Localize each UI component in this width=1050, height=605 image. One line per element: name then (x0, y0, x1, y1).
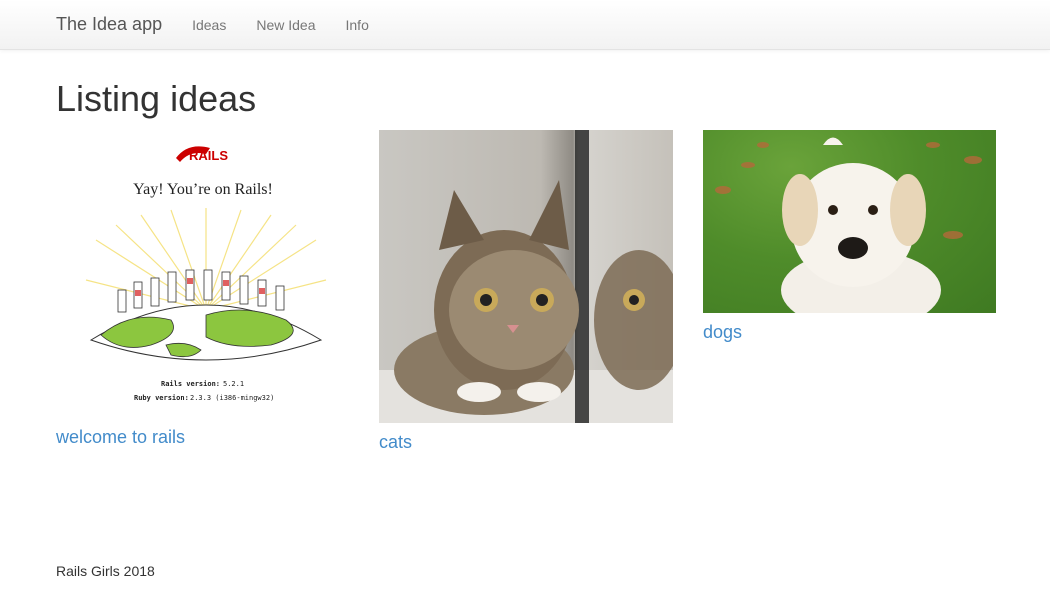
idea-card: RAILS Yay! You’re on Rails! Rails versio… (56, 130, 350, 448)
nav-link-new-idea[interactable]: New Idea (256, 17, 315, 33)
idea-card: dogs (703, 130, 996, 343)
nav-link-ideas[interactable]: Ideas (192, 17, 226, 33)
idea-image-cats[interactable] (379, 130, 673, 423)
footer-text: Rails Girls 2018 (56, 563, 155, 579)
nav-link-info[interactable]: Info (346, 17, 369, 33)
dog-photo (715, 137, 982, 313)
rails-version-label: Rails version: (161, 380, 220, 388)
idea-link-welcome[interactable]: welcome to rails (56, 427, 350, 448)
rails-heading: Yay! You’re on Rails! (133, 181, 273, 198)
ruby-version-label: Ruby version: (134, 394, 189, 402)
cat-photo (379, 130, 673, 423)
page-title: Listing ideas (56, 78, 257, 119)
rails-logo-text: RAILS (189, 148, 228, 163)
rails-welcome-illustration: RAILS Yay! You’re on Rails! Rails versio… (85, 146, 327, 402)
globe-continent (205, 309, 294, 347)
idea-image-rails[interactable]: RAILS Yay! You’re on Rails! Rails versio… (56, 130, 350, 420)
idea-link-dogs[interactable]: dogs (703, 322, 996, 343)
rails-version-value: 5.2.1 (223, 380, 244, 388)
idea-card: cats (379, 130, 673, 453)
navbar-brand[interactable]: The Idea app (56, 14, 162, 35)
ruby-version-value: 2.3.3 (i386-mingw32) (190, 394, 274, 402)
ideas-grid: RAILS Yay! You’re on Rails! Rails versio… (56, 119, 1050, 479)
main-container: Listing ideas RAILS Yay! You’re on Rails… (0, 79, 1050, 479)
top-navbar: The Idea app Ideas New Idea Info (0, 0, 1050, 50)
idea-image-dogs[interactable] (703, 130, 996, 313)
idea-link-cats[interactable]: cats (379, 432, 673, 453)
